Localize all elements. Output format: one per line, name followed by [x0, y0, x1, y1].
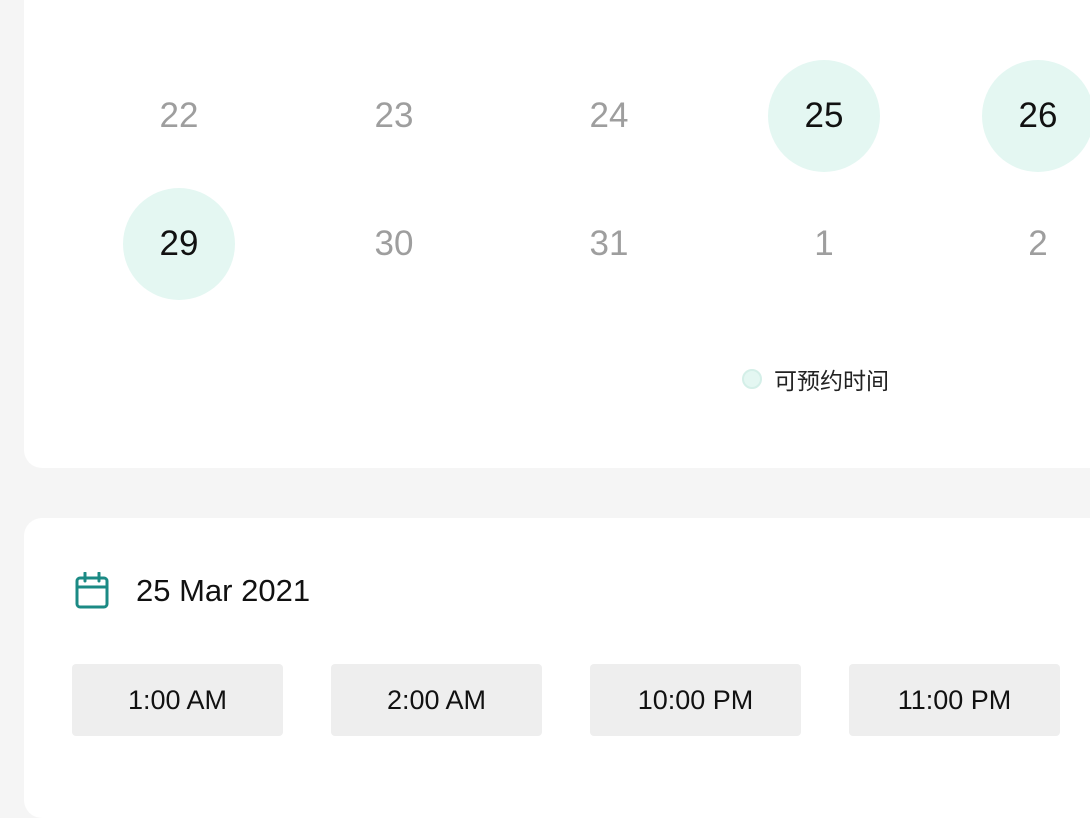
selected-date-row: 25 Mar 2021: [74, 572, 310, 610]
selected-date: 25 Mar 2021: [136, 573, 311, 608]
calendar-icon: [75, 572, 109, 609]
calendar-day-30[interactable]: 30: [338, 188, 450, 300]
calendar-day-1[interactable]: 1: [768, 188, 880, 300]
time-slot-button[interactable]: 10:00 PM: [590, 664, 801, 736]
calendar-card: 22 23 24 25 26 29 30 31 1 2: [24, 0, 1090, 468]
calendar-day-25[interactable]: 25: [768, 60, 880, 172]
calendar-day-24[interactable]: 24: [553, 60, 665, 172]
availability-legend: 可预约时间: [742, 362, 889, 396]
time-slots-card: 25 Mar 2021 1:00 AM 2:00 AM 10:00 PM 11:…: [24, 518, 1090, 818]
calendar-day-22[interactable]: 22: [123, 60, 235, 172]
time-slot-button[interactable]: 11:00 PM: [849, 664, 1060, 736]
calendar-day-26[interactable]: 26: [982, 60, 1090, 172]
time-slot-list: 1:00 AM 2:00 AM 10:00 PM 11:00 PM: [72, 664, 1060, 736]
calendar-day-grid: 22 23 24 25 26 29 30 31 1 2: [96, 0, 1090, 300]
time-slot-button[interactable]: 1:00 AM: [72, 664, 283, 736]
calendar-day-23[interactable]: 23: [338, 60, 450, 172]
calendar-day-2[interactable]: 2: [982, 188, 1090, 300]
legend-dot-icon: [742, 369, 762, 389]
calendar-day-29[interactable]: 29: [123, 188, 235, 300]
time-slot-button[interactable]: 2:00 AM: [331, 664, 542, 736]
calendar-day-31[interactable]: 31: [553, 188, 665, 300]
legend-label: 可预约时间: [774, 369, 889, 395]
